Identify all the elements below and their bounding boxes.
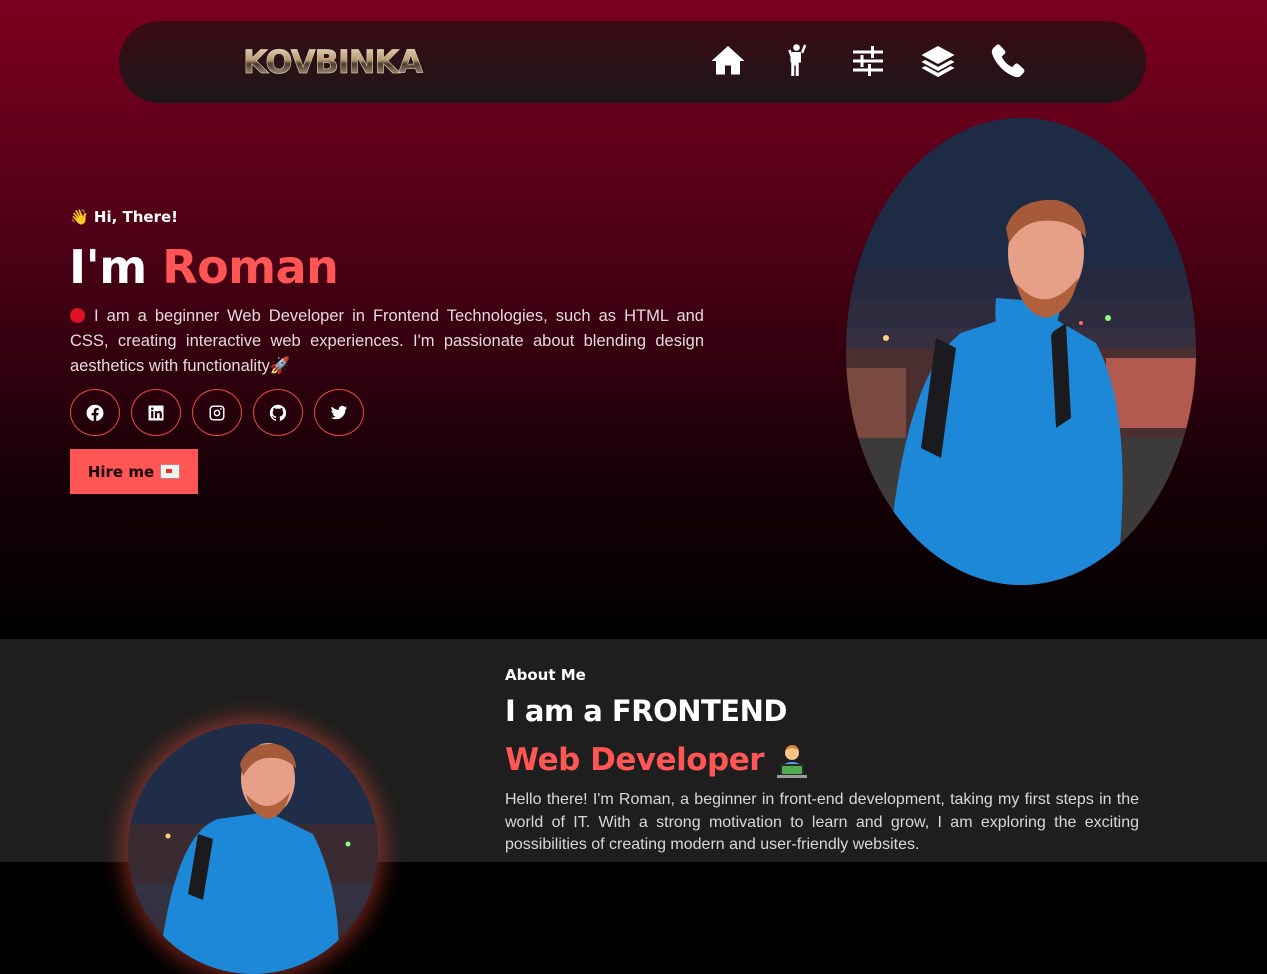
linkedin-icon: [148, 405, 164, 420]
about-photo: [128, 724, 378, 974]
home-icon[interactable]: [693, 41, 763, 81]
hire-me-label: Hire me: [87, 462, 155, 481]
linkedin-link[interactable]: [131, 389, 181, 436]
about-title: I am a FRONTEND: [505, 694, 787, 728]
github-link[interactable]: [253, 389, 303, 436]
about-subtitle: Web Developer: [505, 742, 810, 778]
github-icon: [269, 404, 287, 421]
hire-me-button[interactable]: Hire me: [70, 449, 198, 494]
red-circle-icon: [70, 308, 85, 323]
nav-icons: [693, 41, 1043, 81]
intro-paragraph: I am a beginner Web Developer in Fronten…: [70, 304, 704, 379]
facebook-link[interactable]: [70, 389, 120, 436]
site-logo[interactable]: KOVBINKA: [243, 43, 424, 82]
instagram-link[interactable]: [192, 389, 242, 436]
person-icon[interactable]: [763, 41, 833, 81]
phone-icon[interactable]: [973, 41, 1043, 81]
headline-prefix: I'm: [69, 240, 163, 294]
twitter-icon: [330, 405, 348, 419]
instagram-icon: [209, 405, 225, 420]
about-label: About Me: [505, 666, 586, 684]
about-paragraph: Hello there! I'm Roman, a beginner in fr…: [505, 791, 1139, 853]
twitter-link[interactable]: [314, 389, 364, 436]
sliders-icon[interactable]: [833, 41, 903, 81]
navbar: KOVBINKA: [119, 21, 1146, 103]
facebook-icon: [86, 404, 104, 421]
envelope-icon: [160, 464, 181, 479]
headline-name: Roman: [162, 240, 339, 294]
hero-section: KOVBINKA 👋 Hi, There! I'm Roman I am a b…: [0, 0, 1267, 639]
about-subtitle-text: Web Developer: [505, 742, 765, 778]
developer-emoji-icon: [777, 745, 808, 778]
layers-icon[interactable]: [903, 41, 973, 81]
profile-photo: [846, 118, 1196, 585]
social-links: [70, 389, 364, 436]
hero-headline: I'm Roman: [69, 236, 339, 298]
greeting-text: 👋 Hi, There!: [70, 208, 179, 226]
intro-text: I am a beginner Web Developer in Fronten…: [70, 307, 704, 375]
